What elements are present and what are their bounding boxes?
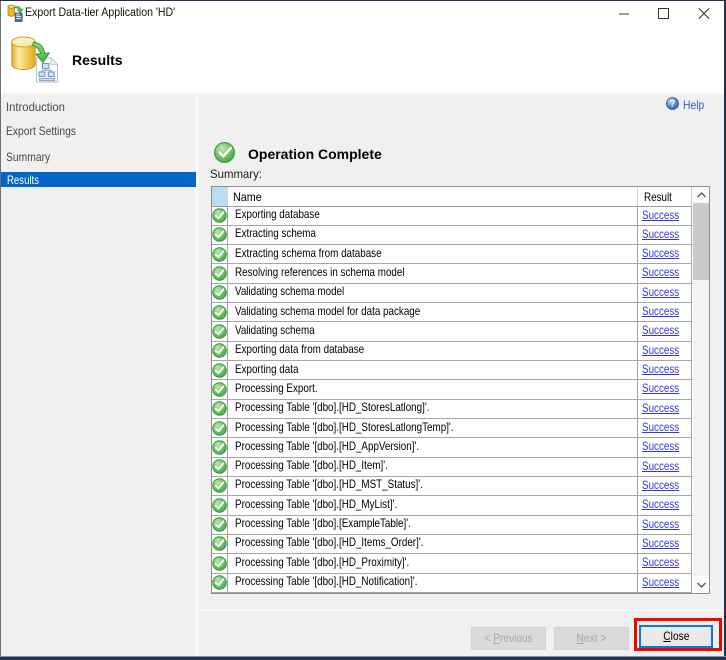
svg-text:?: ? [670,99,676,109]
